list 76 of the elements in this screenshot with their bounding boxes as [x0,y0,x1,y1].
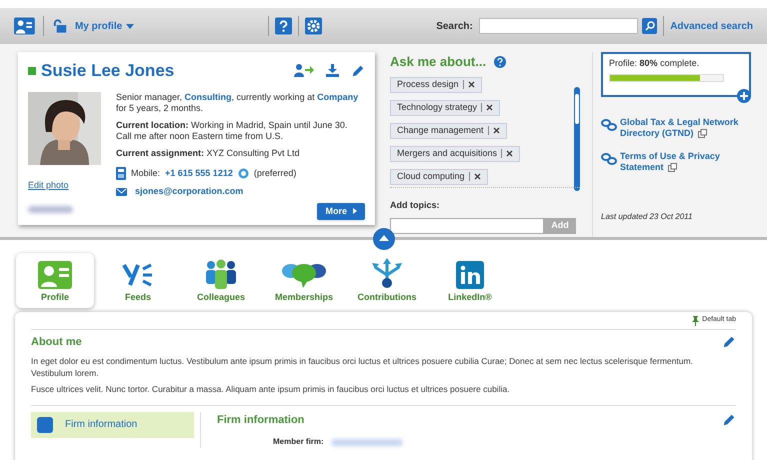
edit-icon[interactable] [722,335,736,350]
chat-icon [238,168,249,178]
pin-icon [692,316,700,326]
profile-tab[interactable]: LinkedIn® [431,253,509,308]
topic-label: Change management [397,124,484,137]
profile-card-icon[interactable] [14,17,35,35]
people-icon [203,258,239,288]
edit-photo-link[interactable]: Edit photo [28,178,108,192]
section-title: Ask me about... [390,53,486,71]
profile-tab[interactable]: Profile [16,253,94,308]
feed-icon [122,260,154,288]
external-link-icon [698,129,707,138]
remove-icon[interactable] [474,173,481,180]
topic-label: Technology strategy [397,100,478,114]
search-icon [644,21,655,31]
add-topics-label: Add topics: [390,200,440,210]
completeness-text: Profile: 80% complete. [609,58,700,68]
add-button[interactable]: Add [544,218,576,234]
padlock-icon [52,19,67,33]
current-assignment: Current assignment: XYZ Consulting Pvt Ltd [116,148,301,158]
topic-input-field[interactable] [390,218,544,234]
mobile-label: Mobile: [131,168,160,178]
advanced-search-link[interactable]: Advanced search [670,18,754,34]
more-button[interactable]: More [317,202,365,220]
section-title: About me [31,335,82,350]
add-icon[interactable] [737,89,751,103]
remove-icon[interactable] [486,104,494,111]
about-paragraph: Fusce ultrices velit. Nunc tortor. Curabitur a massa. Aliquam ante ipsum primis in faucibus orci luctus et ultrices posuere cubilia. [31,382,511,394]
caret-icon [353,208,357,214]
side-nav-item[interactable]: Firm information [31,412,194,438]
topic-label: Cloud computing [397,170,465,183]
blurred-label [28,206,73,213]
last-updated: Last updated 23 Oct 2011 [601,211,694,223]
current-location: Current location: Working in Madrid, Spain until June 30. Call me after noon Eastern time from U.S. [116,120,348,142]
person-name: Susie Lee Jones [41,60,174,82]
edit-icon[interactable] [722,412,736,427]
section-title: Firm information [217,412,304,428]
mail-icon [116,186,127,196]
collapse-icon[interactable] [373,228,395,250]
download-icon[interactable] [326,64,339,78]
caret-icon [126,24,134,28]
help-icon[interactable] [494,56,506,68]
linkedin-logo-icon [456,260,484,288]
resource-link[interactable]: Terms of Use & Privacy Statement [620,151,754,173]
topic-label: Mergers and acquisitions [397,146,498,160]
link-icon [601,153,617,165]
share-arrows-icon [370,256,404,288]
profile-tab[interactable]: Memberships [265,253,343,308]
resource-link[interactable]: Global Tax & Legal Network Directory (GTND) [620,117,754,139]
search-field[interactable] [478,18,638,34]
profile-tab[interactable]: Contributions [348,253,426,308]
profile-card-icon [38,260,72,288]
remove-icon[interactable] [468,81,475,88]
blurred-value [332,438,402,446]
edit-icon[interactable] [351,64,365,78]
external-link-icon [668,163,677,172]
remove-icon[interactable] [506,150,514,157]
square-icon [37,416,53,432]
topic-label: Process design [397,78,459,91]
phone-link[interactable]: +1 615 555 1212 [165,168,233,178]
search-label: Search: [436,20,473,34]
settings-icon[interactable] [305,17,322,35]
remove-icon[interactable] [492,127,500,134]
about-paragraph: In eget dolor eu est condimentum luctus. Vestibulum ante ipsum primis in faucibus orci luctus et ultrices posuere cubilia Curae; Donec at sem nec lectus scelerisque fermentum. Vestibulum lorem. [31,354,694,378]
person-arrow-icon[interactable] [294,64,314,78]
link-icon [601,119,617,131]
preferred-note: (preferred) [254,168,296,178]
phone-icon [116,166,126,180]
search-button[interactable] [642,18,658,34]
field-label: Member firm: [273,436,324,448]
role-summary: Senior manager, Consulting, currently working at Company for 5 years, 2 months. [116,92,360,114]
profile-tab[interactable]: Colleagues [182,253,260,308]
profile-tab[interactable]: Feeds [99,253,177,308]
my-profile-menu[interactable]: My profile [74,18,134,34]
help-icon[interactable] [275,17,292,35]
email-link[interactable]: sjones@corporation.com [135,186,244,196]
